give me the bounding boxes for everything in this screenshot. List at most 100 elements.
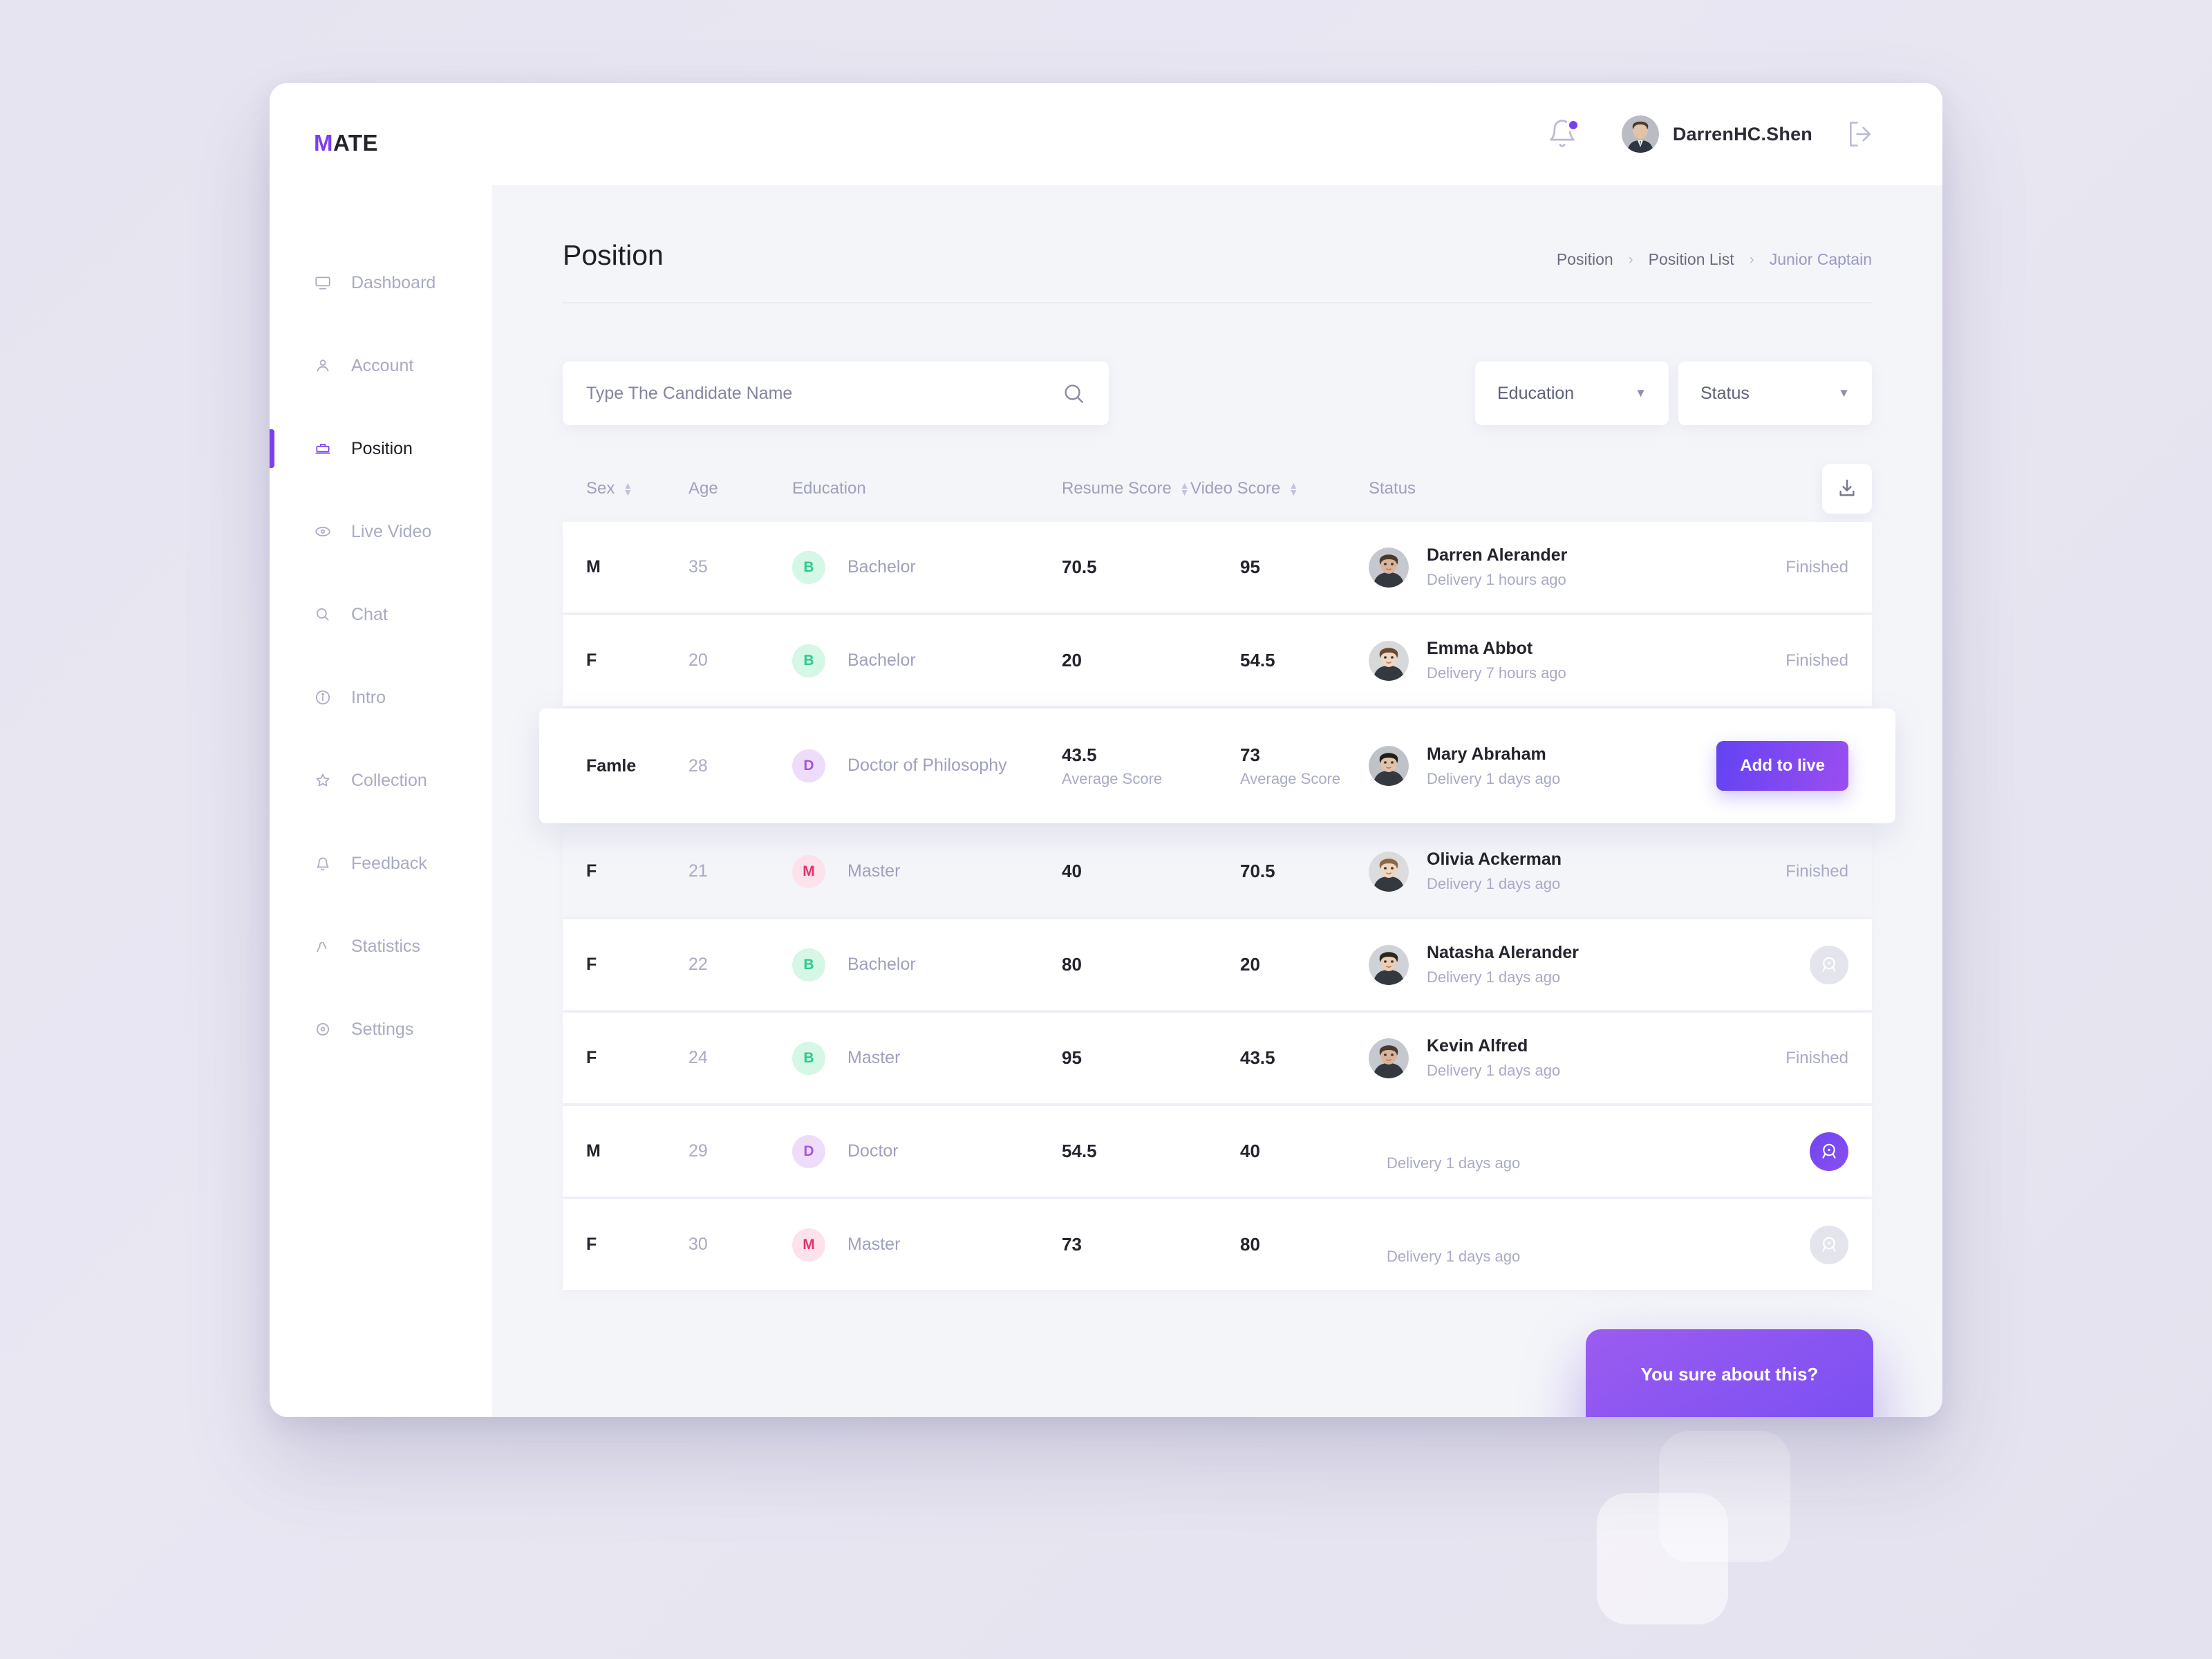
cell-candidate: Delivery 1 days ago: [1369, 1131, 1683, 1172]
avatar-image: [1369, 1038, 1409, 1078]
sort-icon[interactable]: ▲ ▼: [1288, 480, 1298, 497]
column-header-label: Resume Score: [1062, 479, 1172, 498]
education-select[interactable]: Education ▼: [1475, 362, 1669, 425]
sidebar-item-live-video[interactable]: Live Video: [270, 490, 492, 573]
sidebar-item-label: Collection: [351, 770, 427, 790]
cell-education: D Doctor: [792, 1134, 1062, 1168]
sidebar-nav: Dashboard Account Position Live Video Ch…: [270, 241, 492, 1071]
user-icon: [314, 357, 344, 375]
education-badge: D: [792, 1134, 825, 1168]
education-badge: M: [792, 854, 825, 888]
download-button[interactable]: [1822, 464, 1872, 514]
candidate-delivery: Delivery 1 days ago: [1427, 769, 1561, 787]
search-box: [563, 362, 1109, 425]
column-header-label: Video Score: [1190, 479, 1281, 498]
camera-icon-active[interactable]: [1810, 1132, 1848, 1171]
gear-icon: [314, 1020, 344, 1038]
breadcrumb-item[interactable]: Position List: [1649, 250, 1734, 269]
cell-resume-score: 73: [1062, 1234, 1190, 1255]
search-icon[interactable]: [1062, 382, 1085, 405]
cell-sex: F: [586, 861, 597, 881]
sidebar-item-dashboard[interactable]: Dashboard: [270, 241, 492, 324]
video-score-value: 43.5: [1240, 1047, 1275, 1068]
column-header-label: Sex: [586, 479, 615, 498]
education-label: Bachelor: [847, 954, 916, 974]
cell-age: 30: [688, 1235, 708, 1254]
user-menu[interactable]: DarrenHC.Shen: [1621, 115, 1812, 153]
table-row[interactable]: M 35 B Bachelor 70.5 95 Darren Alerander: [563, 522, 1872, 612]
status-badge: Finished: [1785, 650, 1848, 670]
chat-icon: [314, 606, 344, 624]
sidebar-item-label: Settings: [351, 1019, 414, 1039]
sidebar-item-statistics[interactable]: Statistics: [270, 905, 492, 988]
notifications-button[interactable]: [1547, 118, 1580, 150]
column-header-resume-score[interactable]: Resume Score ▲ ▼: [1062, 479, 1190, 498]
column-header-video-score[interactable]: Video Score ▲ ▼: [1190, 479, 1369, 498]
table-row[interactable]: F 24 B Master 95 43.5 Kevin Alfred Deliv…: [563, 1013, 1872, 1103]
sidebar-item-collection[interactable]: Collection: [270, 739, 492, 822]
breadcrumb-item[interactable]: Junior Captain: [1770, 250, 1872, 269]
app-window: MATE Dashboard Account Position Live Vid…: [270, 83, 1942, 1417]
education-label: Bachelor: [847, 556, 916, 577]
cell-resume-score: 40: [1062, 861, 1190, 882]
sort-icon[interactable]: ▲ ▼: [623, 480, 632, 497]
cell-candidate: Emma Abbot Delivery 7 hours ago: [1369, 639, 1683, 682]
avatar-image: [1369, 640, 1409, 681]
sidebar-item-position[interactable]: Position: [270, 407, 492, 490]
status-badge: Finished: [1785, 557, 1848, 577]
search-input[interactable]: [586, 383, 1062, 404]
camera-icon-inactive[interactable]: [1810, 945, 1848, 984]
cell-sex: F: [586, 1235, 597, 1254]
sidebar-item-chat[interactable]: Chat: [270, 573, 492, 656]
cell-status: Finished: [1683, 1049, 1848, 1068]
cell-resume-score: 54.5: [1062, 1141, 1190, 1162]
sidebar-item-feedback[interactable]: Feedback: [270, 822, 492, 905]
status-select[interactable]: Status ▼: [1678, 362, 1872, 425]
cell-status: [1683, 945, 1848, 984]
sidebar-item-settings[interactable]: Settings: [270, 988, 492, 1071]
sidebar: MATE Dashboard Account Position Live Vid…: [270, 83, 492, 1417]
cell-candidate: Natasha Alerander Delivery 1 days ago: [1369, 943, 1683, 986]
table-row[interactable]: F 20 B Bachelor 20 54.5 Emma Abbot Deliv…: [563, 615, 1872, 706]
sidebar-item-label: Dashboard: [351, 272, 436, 292]
candidate-info: Emma Abbot Delivery 7 hours ago: [1427, 639, 1566, 682]
cell-sex: F: [586, 955, 597, 974]
education-label: Doctor: [847, 1141, 899, 1161]
breadcrumb-item[interactable]: Position: [1557, 250, 1613, 269]
avatar: [1369, 640, 1409, 681]
sidebar-item-intro[interactable]: Intro: [270, 656, 492, 739]
resume-score-value: 54.5: [1062, 1141, 1097, 1161]
table-row[interactable]: F 21 M Master 40 70.5 Olivia Ackerman De…: [563, 826, 1872, 917]
candidate-info: Mary Abraham Delivery 1 days ago: [1427, 744, 1560, 788]
resume-score-sub: Average Score: [1062, 769, 1163, 787]
column-header-sex[interactable]: Sex ▲ ▼: [586, 479, 688, 498]
education-badge: B: [792, 644, 825, 677]
cell-status: Finished: [1683, 862, 1848, 881]
candidate-delivery: Delivery 1 days ago: [1427, 1062, 1561, 1079]
page-title: Position: [563, 239, 664, 271]
cell-sex: Famle: [586, 756, 637, 776]
candidate-name: Mary Abraham: [1427, 744, 1546, 764]
sidebar-item-account[interactable]: Account: [270, 324, 492, 407]
app-logo[interactable]: MATE: [270, 124, 492, 156]
logout-button[interactable]: [1846, 119, 1876, 149]
table-body: M 35 B Bachelor 70.5 95 Darren Alerander: [539, 522, 1895, 1290]
avatar-image: [1621, 115, 1659, 153]
add-to-live-button[interactable]: Add to live: [1716, 741, 1848, 791]
resume-score-value: 70.5: [1062, 556, 1097, 577]
page-header: Position Position › Position List › Junior C…: [563, 185, 1872, 303]
cell-sex: F: [586, 650, 597, 670]
table-row[interactable]: M 29 D Doctor 54.5 40 Delivery 1 days ag…: [563, 1106, 1872, 1197]
table-row[interactable]: F 30 M Master 73 80 Delivery 1 days ago: [563, 1199, 1872, 1290]
education-badge: B: [792, 1041, 825, 1075]
sidebar-item-label: Statistics: [351, 936, 421, 956]
table-row[interactable]: Famle 28 D Doctor of Philosophy 43.5 Aver…: [539, 709, 1895, 823]
content: Position Position › Position List › Junior C…: [492, 185, 1942, 1417]
table-row[interactable]: F 22 B Bachelor 80 20 Natasha Alerander: [563, 919, 1872, 1010]
video-score-value: 20: [1240, 954, 1260, 975]
status-badge: Finished: [1785, 861, 1848, 881]
camera-icon-inactive[interactable]: [1810, 1225, 1848, 1264]
candidate-name: Darren Alerander: [1427, 545, 1568, 565]
education-label: Bachelor: [847, 650, 916, 670]
sort-icon[interactable]: ▲ ▼: [1180, 480, 1190, 497]
